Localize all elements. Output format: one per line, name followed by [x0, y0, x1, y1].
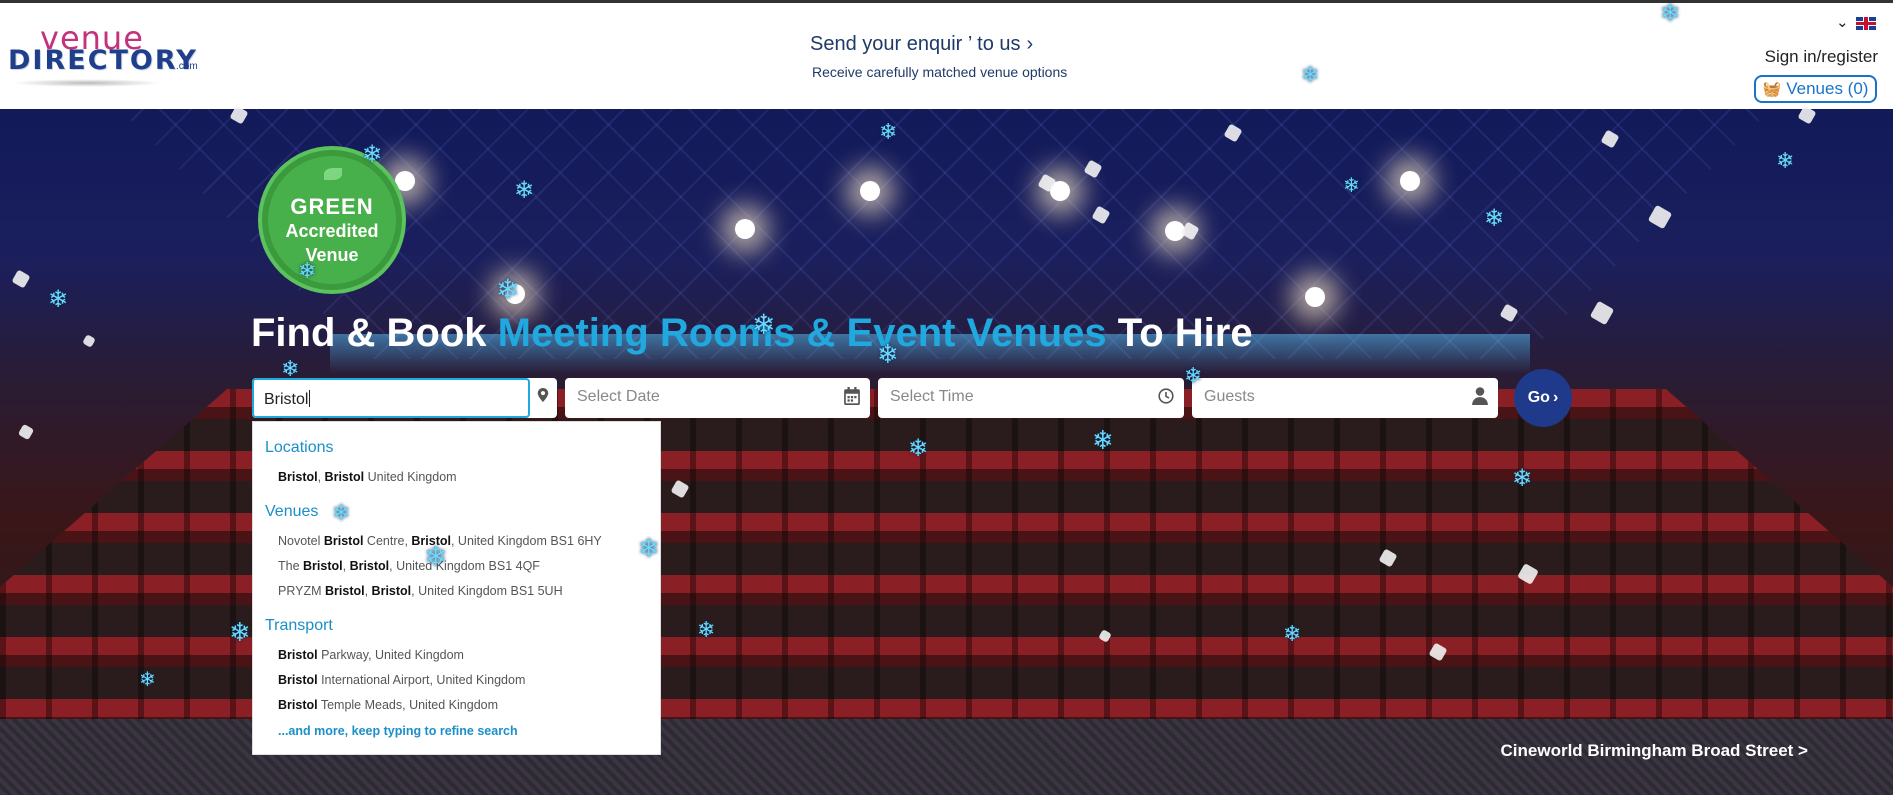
time-placeholder: Select Time [890, 388, 974, 405]
venues-heading: Venues [265, 503, 319, 520]
snowflake-icon: ❄ [1660, 0, 1681, 27]
location-input-value: Bristol [264, 391, 309, 408]
time-field[interactable]: Select Time [878, 378, 1184, 418]
more-results-hint: ...and more, keep typing to refine searc… [278, 724, 518, 738]
location-field: Bristol [252, 378, 557, 418]
snowflake-icon: ❄ [697, 617, 716, 642]
go-label: Go [1527, 389, 1550, 406]
ceiling-light [1305, 287, 1325, 307]
snowflake-icon: ❄ [1776, 148, 1795, 173]
snowflake-icon: ❄ [229, 617, 251, 647]
logo-swoosh [12, 79, 162, 87]
uk-flag-icon [1856, 17, 1876, 30]
snowflake-icon: ❄ [139, 669, 156, 691]
clock-icon [1158, 388, 1174, 404]
site-header: venue DIRECTORY .com Send your enquir ’ … [0, 3, 1893, 109]
snowflake-icon: ❄ [298, 258, 317, 283]
suggestion-transport[interactable]: Bristol International Airport, United Ki… [278, 673, 525, 687]
enquiry-subtitle: Receive carefully matched venue options [812, 64, 1068, 80]
snowflake-icon: ❄ [424, 541, 448, 572]
text-caret [309, 390, 311, 407]
green-accredited-badge: GREEN Accredited Venue [262, 150, 402, 290]
venue-caption-link[interactable]: Cineworld Birmingham Broad Street > [1501, 741, 1808, 761]
enquiry-title: Send your enquir ’ to us [810, 33, 1021, 55]
search-suggestions-dropdown: Locations Bristol, Bristol United Kingdo… [252, 421, 661, 755]
snowflake-icon: ❄ [281, 356, 300, 381]
suggestion-venue[interactable]: The Bristol, Bristol, United Kingdom BS1… [278, 559, 540, 573]
logo-com-text: .com [176, 61, 198, 72]
sign-in-register-link[interactable]: Sign in/register [1765, 47, 1878, 67]
suggestion-venue[interactable]: PRYZM Bristol, Bristol, United Kingdom B… [278, 584, 563, 598]
leaf-icon [324, 168, 342, 180]
basket-icon: 🧺 [1762, 81, 1782, 98]
chevron-right-icon: › [1026, 33, 1034, 55]
ceiling-light [735, 219, 755, 239]
badge-line-2: Accredited [285, 221, 379, 241]
user-icon [1472, 387, 1488, 405]
badge-line-3: Venue [305, 245, 359, 265]
transport-heading: Transport [265, 617, 333, 634]
locations-heading: Locations [265, 439, 334, 456]
snowflake-icon: ❄ [1484, 205, 1505, 232]
go-search-button[interactable]: Go › [1514, 369, 1572, 427]
snowflake-icon: ❄ [752, 309, 776, 340]
suggestion-transport[interactable]: Bristol Temple Meads, United Kingdom [278, 698, 498, 712]
snowflake-icon: ❄ [908, 435, 929, 462]
snowflake-icon: ❄ [1283, 621, 1302, 646]
snowflake-icon: ❄ [48, 286, 69, 313]
date-placeholder: Select Date [577, 388, 660, 405]
guests-placeholder: Guests [1204, 388, 1255, 405]
venues-basket-label: Venues (0) [1786, 79, 1869, 98]
guests-field[interactable]: Guests [1192, 378, 1498, 418]
location-input[interactable]: Bristol [252, 378, 530, 418]
headline-start: Find & Book [251, 311, 498, 355]
snowflake-icon: ❄ [1092, 425, 1114, 455]
snowflake-icon: ❄ [332, 500, 351, 525]
snowflake-icon: ❄ [877, 339, 899, 369]
snowflake-icon: ❄ [1512, 465, 1533, 492]
chevron-down-icon: ⌄ [1836, 14, 1849, 31]
venues-basket-button[interactable]: 🧺 Venues (0) [1754, 75, 1877, 103]
headline-end: To Hire [1106, 311, 1253, 355]
snowflake-icon: ❄ [1343, 175, 1360, 197]
snowflake-icon: ❄ [1301, 62, 1320, 87]
send-enquiry-link[interactable]: Send your enquir ’ to us › [810, 33, 1033, 56]
snowflake-icon: ❄ [362, 141, 383, 168]
chevron-right-icon: › [1552, 389, 1559, 406]
ceiling-light [1400, 171, 1420, 191]
headline-accent: Meeting Rooms & Event Venues [497, 311, 1107, 355]
snowflake-icon: ❄ [879, 119, 898, 144]
snowflake-icon: ❄ [514, 177, 535, 204]
calendar-icon [844, 387, 860, 405]
ceiling-light [860, 181, 880, 201]
map-pin-icon[interactable] [537, 388, 549, 402]
logo-directory-text: DIRECTORY [8, 45, 198, 76]
date-field[interactable]: Select Date [565, 378, 870, 418]
language-selector[interactable]: ⌄ [1836, 14, 1882, 32]
snowflake-icon: ❄ [1184, 363, 1203, 388]
badge-line-1: GREEN [290, 194, 374, 219]
suggestion-location[interactable]: Bristol, Bristol United Kingdom [278, 470, 457, 484]
suggestion-transport[interactable]: Bristol Parkway, United Kingdom [278, 648, 464, 662]
venue-directory-logo[interactable]: venue DIRECTORY .com [8, 17, 198, 93]
snowflake-icon: ❄ [496, 274, 520, 305]
ceiling-light [395, 171, 415, 191]
snowflake-icon: ❄ [638, 533, 660, 563]
